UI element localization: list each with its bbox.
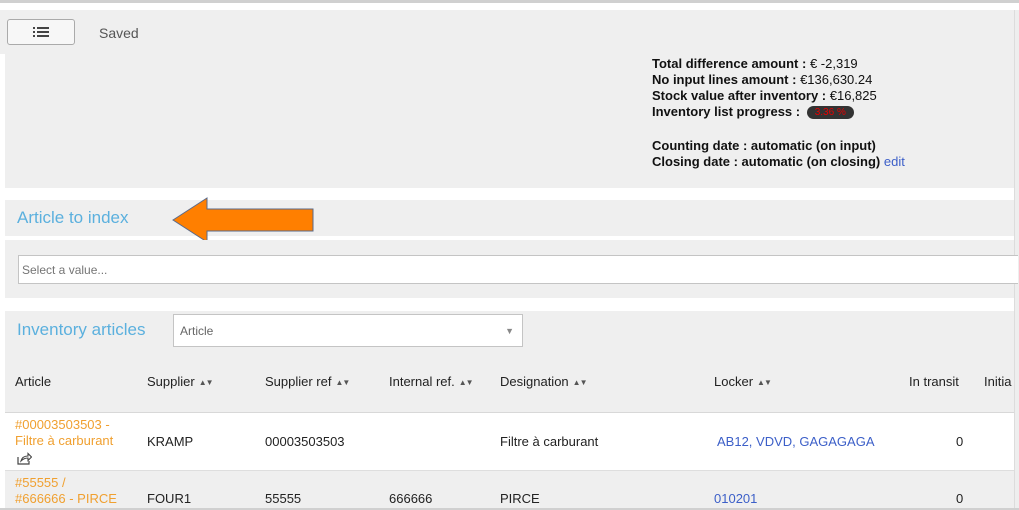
table-header: Article Supplier ▲▼ Supplier ref ▲▼ Intern… xyxy=(5,349,1014,413)
column-label: Supplier ref xyxy=(265,374,332,389)
locker-link[interactable]: AB12, VDVD, GAGAGAGA xyxy=(717,434,875,449)
inventory-progress: Inventory list progress : 3.36 % xyxy=(652,104,854,119)
table-row: #00003503503 - Filtre à carburant KRAMP … xyxy=(5,413,1014,471)
sort-icon: ▲▼ xyxy=(572,378,588,387)
closing-date: Closing date : automatic (on closing) ed… xyxy=(652,154,905,169)
supplier-ref-cell: 55555 xyxy=(265,491,302,506)
counting-date: Counting date : automatic (on input) xyxy=(652,138,876,153)
list-icon xyxy=(33,27,49,37)
column-header-supplier[interactable]: Supplier ▲▼ xyxy=(147,374,214,389)
progress-label: Inventory list progress : xyxy=(652,104,801,119)
no-input-value: €136,630.24 xyxy=(800,72,873,87)
column-header-locker[interactable]: Locker ▲▼ xyxy=(714,374,772,389)
article-select-input[interactable] xyxy=(18,255,1018,284)
column-header-internal-ref[interactable]: Internal ref. ▲▼ xyxy=(389,374,474,389)
column-header-supplier-ref[interactable]: Supplier ref ▲▼ xyxy=(265,374,350,389)
locker-link[interactable]: 010201 xyxy=(714,491,757,506)
supplier-ref-cell: 00003503503 xyxy=(265,434,345,449)
no-input-lines: No input lines amount : €136,630.24 xyxy=(652,72,872,87)
top-border xyxy=(0,0,1019,3)
share-icon[interactable] xyxy=(17,452,32,465)
table-row: #55555 / #666666 - PIRCE FOUR1 55555 666… xyxy=(5,471,1014,510)
article-to-index-header: Article to index xyxy=(5,200,1014,236)
article-link-line: Filtre à carburant xyxy=(15,433,114,448)
article-link[interactable]: #55555 / #666666 - PIRCE xyxy=(15,475,117,507)
dropdown-caret-icon: ▼ xyxy=(505,326,514,336)
article-link[interactable]: #00003503503 - Filtre à carburant xyxy=(15,417,113,449)
inventory-articles-title: Inventory articles xyxy=(17,320,146,339)
column-header-initial: Initia xyxy=(984,374,1012,389)
inventory-articles-header: Inventory articles Article ▼ xyxy=(5,311,1014,349)
total-difference: Total difference amount : € -2,319 xyxy=(652,56,858,71)
article-link-line: #666666 - PIRCE xyxy=(15,491,117,506)
menu-button[interactable] xyxy=(7,19,75,45)
column-label: Supplier xyxy=(147,374,195,389)
article-to-index-title: Article to index xyxy=(17,208,129,227)
article-filter-placeholder: Article xyxy=(180,324,214,338)
column-label: Article xyxy=(15,374,52,389)
edit-closing-date-link[interactable]: edit xyxy=(884,154,905,169)
column-label: Locker xyxy=(714,374,754,389)
stock-value: Stock value after inventory : €16,825 xyxy=(652,88,877,103)
column-header-in-transit: In transit xyxy=(909,374,959,389)
column-label: Internal ref. xyxy=(389,374,455,389)
sort-icon: ▲▼ xyxy=(198,378,214,387)
article-filter-select[interactable]: Article ▼ xyxy=(173,314,523,347)
toolbar: Saved xyxy=(0,10,1014,54)
total-difference-value: € -2,319 xyxy=(809,56,858,71)
sort-icon: ▲▼ xyxy=(757,378,772,387)
stock-value-label: Stock value after inventory : xyxy=(652,88,827,103)
internal-ref-cell: 666666 xyxy=(389,491,433,506)
column-header-designation[interactable]: Designation ▲▼ xyxy=(500,374,587,389)
designation-cell: PIRCE xyxy=(500,491,540,506)
in-transit-cell: 0 xyxy=(956,491,964,506)
article-link-line: #00003503503 - xyxy=(15,417,110,432)
no-input-label: No input lines amount : xyxy=(652,72,797,87)
closing-date-text: Closing date : automatic (on closing) xyxy=(652,154,881,169)
designation-cell: Filtre à carburant xyxy=(500,434,599,449)
supplier-cell: FOUR1 xyxy=(147,491,192,506)
sort-icon: ▲▼ xyxy=(335,378,350,387)
total-difference-label: Total difference amount : xyxy=(652,56,807,71)
sort-icon: ▲▼ xyxy=(458,378,474,387)
supplier-cell: KRAMP xyxy=(147,434,194,449)
stock-value-value: €16,825 xyxy=(829,88,877,103)
saved-status: Saved xyxy=(99,25,139,41)
in-transit-cell: 0 xyxy=(956,434,964,449)
article-link-line: #55555 / xyxy=(15,475,66,490)
progress-badge: 3.36 % xyxy=(806,106,854,119)
article-to-index-body xyxy=(5,240,1018,298)
inventory-summary: Total difference amount : € -2,319 No in… xyxy=(5,54,1014,188)
column-header-article[interactable]: Article xyxy=(15,374,51,389)
column-label: Designation xyxy=(500,374,569,389)
orange-arrow-icon xyxy=(172,197,314,243)
